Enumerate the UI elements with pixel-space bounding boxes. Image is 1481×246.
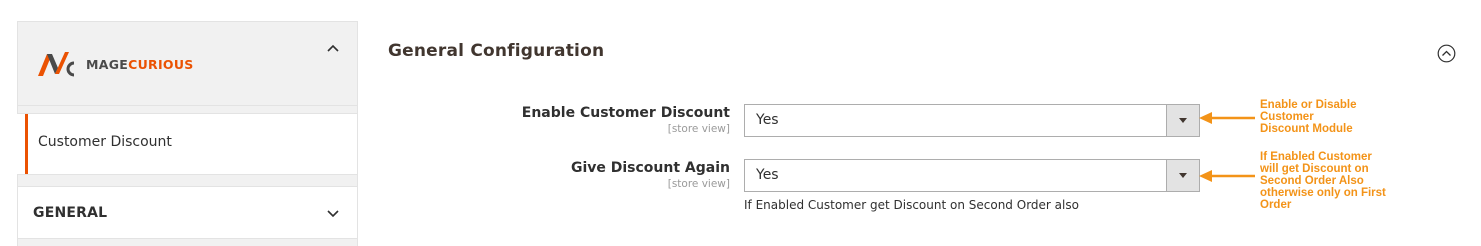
annotation-arrow-icon [1199,170,1255,182]
magecurious-logo: MAGECURIOUS [38,48,238,78]
sidebar-item-customer-discount[interactable]: Customer Discount [17,114,358,174]
sidebar-tab-label: GENERAL [33,205,108,221]
field-note: If Enabled Customer get Discount on Seco… [744,198,1079,212]
sidebar-divider [17,239,358,246]
select-value: Yes [756,167,779,183]
dropdown-arrow-icon[interactable] [1166,105,1199,136]
brand-name: MAGECURIOUS [86,57,194,72]
magecurious-logo-mark [38,52,75,77]
chevron-down-icon [325,205,341,221]
enable-customer-discount-select[interactable]: Yes [744,104,1200,137]
sidebar-divider [17,174,358,186]
active-indicator [25,114,28,174]
section-title[interactable]: General Configuration [388,41,604,61]
scope-label: [store view] [667,178,730,190]
sidebar-divider [17,105,358,114]
give-discount-again-select[interactable]: Yes [744,159,1200,192]
field-label-enable-customer-discount: Enable Customer Discount [521,105,730,121]
sidebar-tab-general[interactable]: GENERAL [17,186,358,239]
select-value: Yes [756,112,779,128]
sidebar-item-label: Customer Discount [38,134,172,150]
collapse-section-icon[interactable] [1437,44,1456,63]
annotation-arrow-icon [1199,112,1255,124]
scope-label: [store view] [667,123,730,135]
field-label-give-discount-again: Give Discount Again [570,160,730,176]
config-sidebar: MAGECURIOUS Customer Discount GENERAL [17,21,358,246]
annotation-enable-module: Enable or Disable Customer Discount Modu… [1260,99,1357,135]
brand-tab[interactable]: MAGECURIOUS [17,21,358,105]
chevron-up-icon[interactable] [325,40,341,56]
annotation-discount-again: If Enabled Customer will get Discount on… [1260,151,1386,211]
dropdown-arrow-icon[interactable] [1166,160,1199,191]
